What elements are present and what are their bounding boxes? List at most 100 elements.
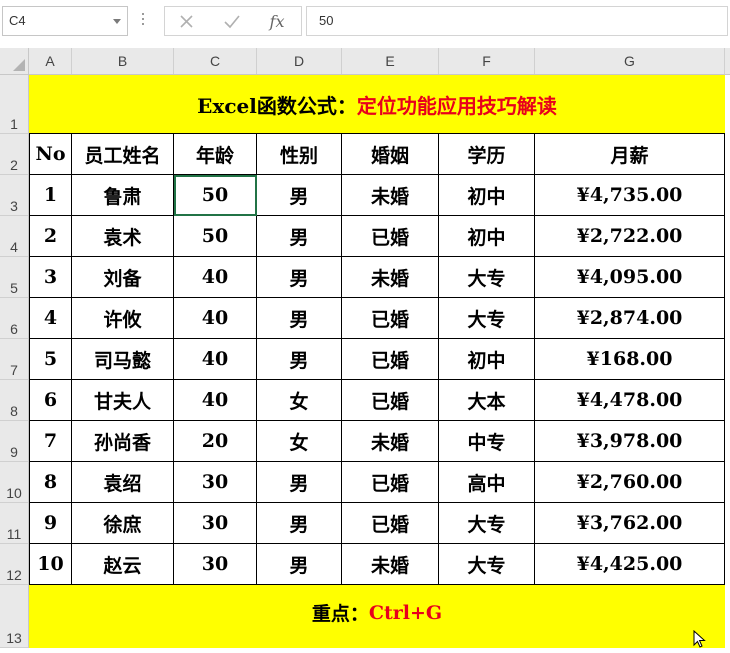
cell-salary[interactable]: ¥2,874.00 bbox=[535, 298, 725, 339]
cell-name[interactable]: 司马懿 bbox=[72, 339, 174, 380]
cell-no[interactable]: 5 bbox=[29, 339, 72, 380]
column-header-a[interactable]: A bbox=[29, 48, 72, 74]
cell-marital[interactable]: 未婚 bbox=[342, 421, 439, 462]
cell-marital[interactable]: 未婚 bbox=[342, 544, 439, 585]
cell-age[interactable]: 40 bbox=[174, 380, 257, 421]
cell-salary[interactable]: ¥2,760.00 bbox=[535, 462, 725, 503]
cell-education[interactable]: 初中 bbox=[439, 216, 535, 257]
cell-gender[interactable]: 男 bbox=[257, 503, 342, 544]
cell-education[interactable]: 大专 bbox=[439, 503, 535, 544]
cell-gender[interactable]: 女 bbox=[257, 421, 342, 462]
row-header-13[interactable]: 13 bbox=[0, 585, 28, 648]
cell-education[interactable]: 中专 bbox=[439, 421, 535, 462]
cell-salary[interactable]: ¥4,425.00 bbox=[535, 544, 725, 585]
note-cell[interactable]: 重点： Ctrl+G bbox=[29, 585, 725, 648]
header-cell-no[interactable]: No bbox=[29, 134, 72, 175]
cell-education[interactable]: 大本 bbox=[439, 380, 535, 421]
cell-name[interactable]: 许攸 bbox=[72, 298, 174, 339]
cell-age[interactable]: 40 bbox=[174, 339, 257, 380]
cell-no[interactable]: 9 bbox=[29, 503, 72, 544]
cell-education[interactable]: 初中 bbox=[439, 175, 535, 216]
cell-age[interactable]: 30 bbox=[174, 503, 257, 544]
name-box[interactable]: C4 bbox=[2, 6, 128, 36]
cell-gender[interactable]: 男 bbox=[257, 257, 342, 298]
row-header-12[interactable]: 12 bbox=[0, 544, 28, 585]
cell-no[interactable]: 6 bbox=[29, 380, 72, 421]
column-header-c[interactable]: C bbox=[174, 48, 257, 74]
header-cell-gender[interactable]: 性别 bbox=[257, 134, 342, 175]
cell-no[interactable]: 1 bbox=[29, 175, 72, 216]
check-icon[interactable] bbox=[220, 11, 244, 33]
cell-marital[interactable]: 未婚 bbox=[342, 175, 439, 216]
cell-age[interactable]: 20 bbox=[174, 421, 257, 462]
cell-marital[interactable]: 已婚 bbox=[342, 503, 439, 544]
header-cell-name[interactable]: 员工姓名 bbox=[72, 134, 174, 175]
cell-education[interactable]: 初中 bbox=[439, 339, 535, 380]
header-cell-education[interactable]: 学历 bbox=[439, 134, 535, 175]
cell-name[interactable]: 袁绍 bbox=[72, 462, 174, 503]
header-cell-age[interactable]: 年龄 bbox=[174, 134, 257, 175]
row-header-2[interactable]: 2 bbox=[0, 134, 28, 175]
header-cell-salary[interactable]: 月薪 bbox=[535, 134, 725, 175]
cell-marital[interactable]: 已婚 bbox=[342, 339, 439, 380]
cell-marital[interactable]: 已婚 bbox=[342, 216, 439, 257]
row-header-8[interactable]: 8 bbox=[0, 380, 28, 421]
cell-age[interactable]: 30 bbox=[174, 544, 257, 585]
insert-function-button[interactable]: fx bbox=[265, 11, 289, 33]
cell-marital[interactable]: 未婚 bbox=[342, 257, 439, 298]
column-header-g[interactable]: G bbox=[535, 48, 725, 74]
column-header-f[interactable]: F bbox=[439, 48, 535, 74]
row-header-9[interactable]: 9 bbox=[0, 421, 28, 462]
cell-age[interactable]: 40 bbox=[174, 257, 257, 298]
cell-name[interactable]: 赵云 bbox=[72, 544, 174, 585]
row-header-5[interactable]: 5 bbox=[0, 257, 28, 298]
cell-salary[interactable]: ¥4,478.00 bbox=[535, 380, 725, 421]
cell-salary[interactable]: ¥4,095.00 bbox=[535, 257, 725, 298]
cell-gender[interactable]: 女 bbox=[257, 380, 342, 421]
cell-name[interactable]: 甘夫人 bbox=[72, 380, 174, 421]
cell-name[interactable]: 袁术 bbox=[72, 216, 174, 257]
cell-marital[interactable]: 已婚 bbox=[342, 462, 439, 503]
column-header-e[interactable]: E bbox=[342, 48, 439, 74]
cell-education[interactable]: 大专 bbox=[439, 257, 535, 298]
cell-name[interactable]: 徐庶 bbox=[72, 503, 174, 544]
cell-gender[interactable]: 男 bbox=[257, 544, 342, 585]
cell-name[interactable]: 孙尚香 bbox=[72, 421, 174, 462]
chevron-down-icon[interactable] bbox=[113, 19, 121, 24]
cell-education[interactable]: 大专 bbox=[439, 544, 535, 585]
cell-no[interactable]: 2 bbox=[29, 216, 72, 257]
cell-salary[interactable]: ¥2,722.00 bbox=[535, 216, 725, 257]
cell-age[interactable]: 30 bbox=[174, 462, 257, 503]
cell-gender[interactable]: 男 bbox=[257, 462, 342, 503]
cell-no[interactable]: 3 bbox=[29, 257, 72, 298]
cell-no[interactable]: 10 bbox=[29, 544, 72, 585]
cell-salary[interactable]: ¥3,762.00 bbox=[535, 503, 725, 544]
row-header-7[interactable]: 7 bbox=[0, 339, 28, 380]
cell-gender[interactable]: 男 bbox=[257, 175, 342, 216]
cell-gender[interactable]: 男 bbox=[257, 298, 342, 339]
cell-no[interactable]: 8 bbox=[29, 462, 72, 503]
formula-input[interactable]: 50 bbox=[306, 6, 728, 36]
header-cell-marital[interactable]: 婚姻 bbox=[342, 134, 439, 175]
row-header-6[interactable]: 6 bbox=[0, 298, 28, 339]
cell-education[interactable]: 高中 bbox=[439, 462, 535, 503]
cell-gender[interactable]: 男 bbox=[257, 216, 342, 257]
row-header-11[interactable]: 11 bbox=[0, 503, 28, 544]
row-header-10[interactable]: 10 bbox=[0, 462, 28, 503]
cell-age[interactable]: 50 bbox=[174, 216, 257, 257]
more-options-icon[interactable] bbox=[140, 10, 146, 32]
cell-marital[interactable]: 已婚 bbox=[342, 380, 439, 421]
column-header-d[interactable]: D bbox=[257, 48, 342, 74]
cell-education[interactable]: 大专 bbox=[439, 298, 535, 339]
title-cell[interactable]: Excel函数公式： 定位功能应用技巧解读 bbox=[29, 75, 725, 134]
cell-name[interactable]: 鲁肃 bbox=[72, 175, 174, 216]
cell-no[interactable]: 4 bbox=[29, 298, 72, 339]
cell-salary[interactable]: ¥168.00 bbox=[535, 339, 725, 380]
row-header-3[interactable]: 3 bbox=[0, 175, 28, 216]
cell-age[interactable]: 50 bbox=[174, 175, 257, 216]
cell-gender[interactable]: 男 bbox=[257, 339, 342, 380]
select-all-button[interactable] bbox=[0, 48, 29, 74]
worksheet-grid[interactable]: Excel函数公式： 定位功能应用技巧解读 No 员工姓名 年龄 性别 婚姻 学历… bbox=[29, 75, 730, 648]
cell-age[interactable]: 40 bbox=[174, 298, 257, 339]
cell-salary[interactable]: ¥3,978.00 bbox=[535, 421, 725, 462]
